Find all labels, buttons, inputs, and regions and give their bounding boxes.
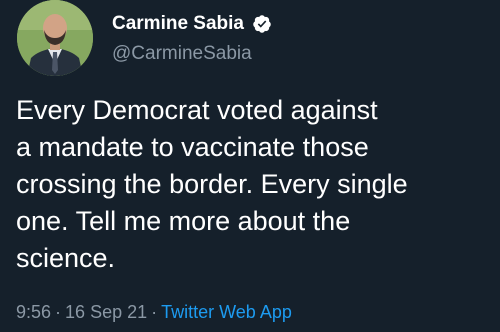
tweet-text-line: science. xyxy=(16,243,116,273)
tweet: Carmine Sabia @CarmineSabia Every Democr… xyxy=(0,0,500,332)
tweet-meta: 9:56 · 16 Sep 21 · Twitter Web App xyxy=(16,300,292,324)
tweet-text-line: Every Democrat voted against xyxy=(16,95,378,125)
display-name[interactable]: Carmine Sabia xyxy=(112,12,244,36)
display-name-row: Carmine Sabia xyxy=(112,12,272,36)
meta-separator: · xyxy=(151,302,158,322)
tweet-date[interactable]: 16 Sep 21 xyxy=(65,302,147,322)
avatar[interactable] xyxy=(17,0,93,76)
tweet-text-line: crossing the border. Every single xyxy=(16,169,408,199)
meta-separator: · xyxy=(55,302,62,322)
user-handle[interactable]: @CarmineSabia xyxy=(112,42,252,66)
tweet-text-line: a mandate to vaccinate those xyxy=(16,132,369,162)
tweet-time[interactable]: 9:56 xyxy=(16,302,51,322)
verified-badge-icon xyxy=(252,14,272,34)
tweet-text: Every Democrat voted against a mandate t… xyxy=(16,92,486,277)
tweet-source-link[interactable]: Twitter Web App xyxy=(161,302,292,322)
tweet-text-line: one. Tell me more about the xyxy=(16,206,351,236)
avatar-image xyxy=(17,0,93,76)
